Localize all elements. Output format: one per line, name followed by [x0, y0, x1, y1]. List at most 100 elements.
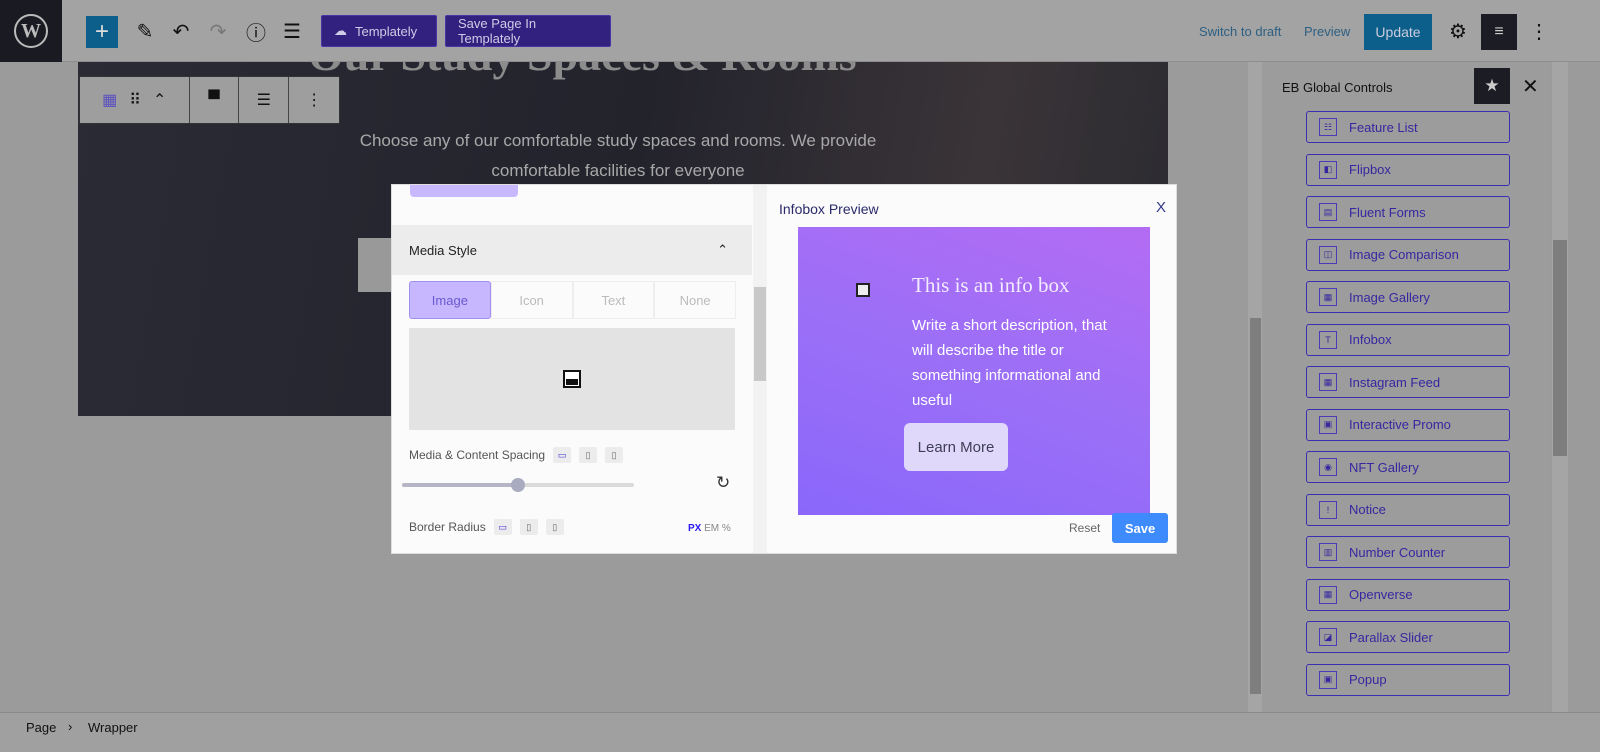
- panel-scrollbar-thumb[interactable]: [754, 287, 766, 381]
- preview-link[interactable]: Preview: [1304, 24, 1350, 39]
- edit-pencil-icon[interactable]: ✎: [132, 18, 158, 44]
- preview-title: Infobox Preview: [779, 201, 879, 217]
- mobile-icon[interactable]: ▯: [605, 447, 624, 463]
- image-upload-area[interactable]: [409, 328, 735, 430]
- add-block-button[interactable]: +: [86, 16, 118, 48]
- save-button[interactable]: Save: [1112, 513, 1168, 543]
- breadcrumb-wrapper[interactable]: Wrapper: [88, 720, 138, 735]
- justify-button[interactable]: ☰: [239, 77, 290, 123]
- wordpress-icon: W: [14, 14, 48, 48]
- wrapper-block-icon: ▦: [102, 92, 118, 109]
- block-icon: ◧: [1319, 160, 1337, 179]
- sidebar-item-label: NFT Gallery: [1349, 459, 1419, 475]
- modal-close-button[interactable]: X: [1156, 199, 1166, 216]
- sidebar-item-flipbox[interactable]: ◧ Flipbox: [1306, 153, 1510, 186]
- panel-tab[interactable]: [410, 185, 518, 197]
- sidebar-item-popup[interactable]: ▣ Popup: [1306, 663, 1510, 696]
- sidebar-scrollbar-thumb[interactable]: [1553, 240, 1567, 456]
- move-up-down-icon[interactable]: ⌃: [153, 90, 166, 110]
- sidebar-item-fluent-forms[interactable]: ▤ Fluent Forms: [1306, 196, 1510, 228]
- spacing-slider-handle[interactable]: [511, 478, 525, 492]
- block-icon: T: [1319, 330, 1337, 349]
- sidebar-item-image-gallery[interactable]: ▦ Image Gallery: [1306, 281, 1510, 313]
- templately-icon: ☁: [334, 23, 347, 38]
- hero-title: Our Study Spaces & Rooms: [308, 62, 857, 81]
- block-icon: ◉: [1319, 458, 1337, 476]
- block-options-button[interactable]: ⋮: [289, 77, 339, 123]
- sidebar-item-label: Image Comparison: [1349, 247, 1459, 262]
- settings-gear-icon[interactable]: ⚙: [1445, 18, 1471, 44]
- sidebar-item-nft-gallery[interactable]: ◉ NFT Gallery: [1306, 451, 1510, 483]
- sidebar-item-parallax-slider[interactable]: ◪ Parallax Slider: [1306, 621, 1510, 653]
- drag-handle-icon[interactable]: ⠿: [129, 90, 141, 110]
- sidebar-item-notice[interactable]: ! Notice: [1306, 493, 1510, 526]
- tab-none[interactable]: None: [654, 281, 736, 319]
- sidebar-item-label: Popup: [1349, 672, 1387, 687]
- sidebar-item-label: Interactive Promo: [1349, 417, 1451, 432]
- sidebar-item-image-comparison[interactable]: ◫ Image Comparison: [1306, 238, 1510, 271]
- breadcrumb-page[interactable]: Page: [26, 720, 56, 735]
- media-style-header[interactable]: Media Style ⌃: [392, 225, 752, 275]
- infobox-preview-card: This is an info box Write a short descri…: [798, 227, 1150, 515]
- templately-button[interactable]: ☁ Templately: [321, 15, 437, 47]
- sidebar-item-label: Infobox: [1349, 332, 1392, 347]
- sidebar-item-label: Parallax Slider: [1349, 629, 1433, 645]
- block-icon: ▤: [1319, 203, 1337, 221]
- tablet-icon[interactable]: ▯: [579, 447, 598, 463]
- align-block-button[interactable]: ▀: [190, 77, 240, 123]
- sidebar-title: EB Global Controls: [1282, 80, 1393, 95]
- mobile-icon[interactable]: ▯: [545, 519, 564, 535]
- star-icon[interactable]: ★: [1474, 68, 1510, 104]
- unit-percent[interactable]: %: [722, 523, 731, 534]
- sidebar-item-infobox[interactable]: T Infobox: [1306, 323, 1510, 356]
- unit-selector: PX EM %: [688, 523, 731, 534]
- switch-to-draft-link[interactable]: Switch to draft: [1199, 24, 1281, 39]
- undo-icon[interactable]: ↶: [168, 18, 194, 44]
- block-icon: ▥: [1319, 543, 1337, 561]
- block-icon: ▣: [1319, 415, 1337, 434]
- sidebar-item-number-counter[interactable]: ▥ Number Counter: [1306, 536, 1510, 568]
- breadcrumb-separator: ›: [68, 719, 73, 734]
- desktop-icon[interactable]: ▭: [553, 447, 572, 463]
- editor-top-bar: W + ✎ ↶ ↷ ⓘ ☰ ☁ Templately Save Page In T…: [0, 0, 1600, 62]
- infobox-heading: This is an info box: [912, 273, 1070, 297]
- reset-icon[interactable]: ↻: [716, 473, 730, 493]
- redo-icon[interactable]: ↷: [205, 18, 231, 44]
- tab-image[interactable]: Image: [409, 281, 491, 319]
- sidebar-item-instagram-feed[interactable]: ▦ Instagram Feed: [1306, 366, 1510, 398]
- unit-px[interactable]: PX: [688, 523, 701, 534]
- reset-button[interactable]: Reset: [1069, 521, 1100, 535]
- desktop-icon[interactable]: ▭: [493, 519, 512, 535]
- tab-icon[interactable]: Icon: [490, 281, 573, 319]
- sidebar-item-label: Feature List: [1349, 119, 1418, 135]
- save-in-templately-button[interactable]: Save Page In Templately: [445, 15, 611, 47]
- block-icon: ▦: [1319, 373, 1337, 391]
- spacing-control: Media & Content Spacing ▭ ▯ ▯: [409, 447, 624, 463]
- sidebar-item-feature-list[interactable]: ☷ Feature List: [1306, 111, 1510, 143]
- spacing-label: Media & Content Spacing: [409, 448, 546, 462]
- info-icon[interactable]: ⓘ: [243, 18, 269, 45]
- eb-global-controls-sidebar: EB Global Controls ★ ✕ ☷ Feature List ◧ Fli…: [1262, 62, 1550, 712]
- list-view-icon[interactable]: ☰: [279, 18, 305, 44]
- media-type-tabs: Image Icon Text None: [409, 281, 736, 319]
- chevron-up-icon: ⌃: [717, 242, 728, 257]
- learn-more-button[interactable]: Learn More: [904, 423, 1008, 471]
- sidebar-item-openverse[interactable]: ▦ Openverse: [1306, 578, 1510, 611]
- block-icon: ▣: [1319, 670, 1337, 689]
- tab-text[interactable]: Text: [572, 281, 655, 319]
- update-button[interactable]: Update: [1364, 14, 1432, 50]
- more-options-icon[interactable]: ⋮: [1526, 18, 1552, 44]
- block-icon: ☷: [1319, 118, 1337, 136]
- wordpress-logo-button[interactable]: W: [0, 0, 62, 62]
- border-radius-control: Border Radius ▭ ▯ ▯: [409, 519, 564, 535]
- sidebar-item-interactive-promo[interactable]: ▣ Interactive Promo: [1306, 408, 1510, 441]
- spacing-slider-fill: [402, 483, 518, 487]
- sidebar-item-label: Flipbox: [1349, 162, 1391, 177]
- tablet-icon[interactable]: ▯: [519, 519, 538, 535]
- editor-scrollbar-thumb[interactable]: [1250, 318, 1261, 694]
- unit-em[interactable]: EM: [704, 523, 719, 534]
- essential-blocks-icon[interactable]: ≡: [1481, 14, 1517, 50]
- media-style-title: Media Style: [409, 242, 477, 258]
- block-type-and-move[interactable]: ▦ ⠿ ⌃: [80, 77, 190, 123]
- close-icon[interactable]: ✕: [1522, 74, 1539, 99]
